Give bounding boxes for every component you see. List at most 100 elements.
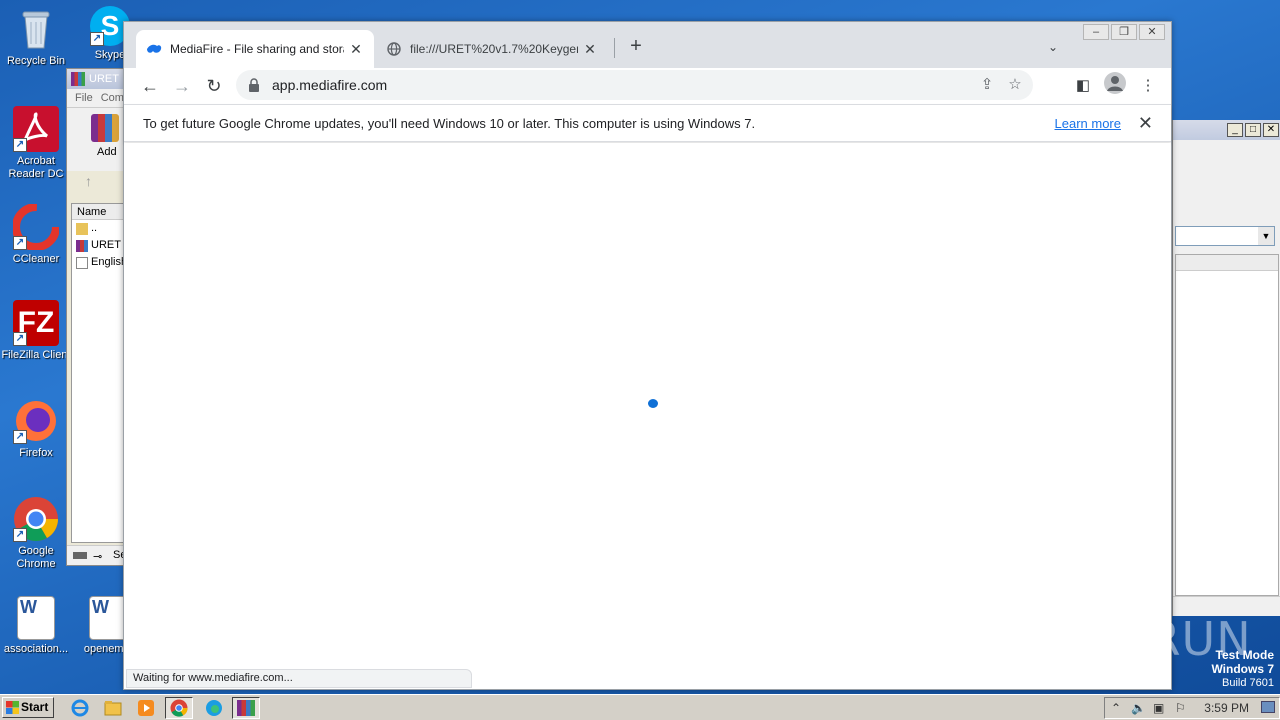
infobar-message: To get future Google Chrome updates, you… xyxy=(143,116,756,131)
taskbar-winrar-icon[interactable] xyxy=(232,697,260,719)
winrar-titlebar[interactable]: URET xyxy=(67,69,127,89)
desktop-icon-ccleaner[interactable]: ↗ CCleaner xyxy=(0,203,72,266)
chevron-down-icon[interactable]: ▼ xyxy=(1258,227,1274,245)
start-label: Start xyxy=(21,700,49,714)
desktop-icon-label: FileZilla Client xyxy=(1,349,71,361)
kebab-menu-icon[interactable]: ⋮ xyxy=(1134,72,1162,100)
address-bar[interactable]: app.mediafire.com ⇪ ☆ xyxy=(236,70,1033,100)
loading-spinner-icon xyxy=(648,399,658,408)
tab-separator xyxy=(614,38,615,58)
filezilla-icon: FZ ↗ xyxy=(13,300,59,346)
close-icon[interactable]: ✕ xyxy=(1139,24,1165,40)
desktop-icon-google-chrome[interactable]: ↗ Google Chrome xyxy=(0,496,72,571)
action-center-flag-icon[interactable]: ⚐ xyxy=(1175,701,1186,715)
reload-icon[interactable]: ↻ xyxy=(200,72,228,100)
taskbar: Start ⌃ 🔈 ▣ ⚐ 3:59 PM xyxy=(0,694,1280,720)
recycle-bin-icon xyxy=(13,6,59,52)
minimize-icon[interactable]: _ xyxy=(1227,123,1243,137)
background-window-combo[interactable]: ▼ xyxy=(1175,226,1275,246)
winrar-title: URET xyxy=(89,73,119,85)
tab-close-icon[interactable]: ✕ xyxy=(582,41,598,57)
restore-icon[interactable]: ❐ xyxy=(1111,24,1137,40)
minimize-icon[interactable]: ‒ xyxy=(1083,24,1109,40)
tab-file-keygen[interactable]: file:///URET%20v1.7%20Keygen% ✕ xyxy=(376,30,608,68)
taskbar-media-player-icon[interactable] xyxy=(132,697,160,719)
forward-arrow-icon[interactable]: → xyxy=(168,72,196,100)
start-button[interactable]: Start xyxy=(2,697,54,718)
winrar-menubar: File Com xyxy=(67,89,127,107)
background-window-titlebar[interactable]: _ □ ✕ xyxy=(1173,120,1280,140)
chrome-window[interactable]: ‒ ❐ ✕ MediaFire - File sharing and stora… xyxy=(123,21,1172,690)
add-button-label[interactable]: Add xyxy=(97,146,117,158)
list-item[interactable]: URET xyxy=(72,237,124,254)
test-mode-label: Test Mode Windows 7 Build 7601 xyxy=(1211,648,1274,689)
url-text[interactable]: app.mediafire.com xyxy=(272,77,973,93)
winrar-window[interactable]: URET File Com Add ↑ Name .. URET English … xyxy=(66,68,128,566)
show-desktop-icon[interactable] xyxy=(1261,701,1275,713)
desktop-icon-label: Google Chrome xyxy=(16,545,56,570)
shortcut-arrow-icon: ↗ xyxy=(90,32,104,46)
desktop-icon-acrobat[interactable]: ↗ Acrobat Reader DC xyxy=(0,106,72,181)
browser-toolbar: ← → ↻ app.mediafire.com ⇪ ☆ ◧ ⋮ xyxy=(124,68,1171,104)
back-arrow-icon[interactable]: ← xyxy=(136,72,164,100)
background-window-pane[interactable] xyxy=(1175,254,1279,596)
bookmark-star-icon[interactable]: ☆ xyxy=(1001,71,1029,99)
add-archive-icon[interactable] xyxy=(91,114,119,142)
learn-more-link[interactable]: Learn more xyxy=(1055,116,1121,131)
background-window-right[interactable]: _ □ ✕ ▼ xyxy=(1172,120,1280,616)
desktop-icon-association-doc[interactable]: W association... xyxy=(0,596,72,656)
taskbar-chrome-icon[interactable] xyxy=(165,697,193,719)
acrobat-icon: ↗ xyxy=(13,106,59,152)
winrar-icon xyxy=(237,700,255,716)
winrar-icon xyxy=(71,72,85,86)
side-panel-icon[interactable]: ◧ xyxy=(1069,72,1097,100)
winrar-menu-commands[interactable]: Com xyxy=(101,92,124,104)
globe-icon xyxy=(386,41,402,57)
desktop-icon-firefox[interactable]: ↗ Firefox xyxy=(0,398,72,460)
update-infobar: To get future Google Chrome updates, you… xyxy=(124,104,1171,142)
winrar-toolbar: Add xyxy=(67,107,127,171)
network-icon[interactable]: ▣ xyxy=(1153,701,1164,715)
winrar-menu-file[interactable]: File xyxy=(75,92,93,104)
name-column-header[interactable]: Name xyxy=(72,204,124,220)
winrar-statusbar: ⊸ Se xyxy=(67,545,127,565)
share-icon[interactable]: ⇪ xyxy=(973,71,1001,99)
tab-search-chevron-icon[interactable]: ⌄ xyxy=(1043,37,1063,57)
mediafire-icon xyxy=(146,41,162,57)
desktop-icon-filezilla[interactable]: FZ ↗ FileZilla Client xyxy=(0,300,72,362)
tab-close-icon[interactable]: ✕ xyxy=(348,41,364,57)
taskbar-edge-icon[interactable] xyxy=(200,697,228,719)
desktop-icon-label: Skype xyxy=(94,49,126,61)
desktop-icon-label: Acrobat Reader DC xyxy=(8,155,64,180)
taskbar-explorer-icon[interactable] xyxy=(99,697,127,719)
list-item[interactable]: .. xyxy=(72,220,124,237)
infobar-close-icon[interactable]: ✕ xyxy=(1138,113,1153,133)
close-icon[interactable]: ✕ xyxy=(1263,123,1279,137)
firefox-icon: ↗ xyxy=(13,398,59,444)
new-tab-button[interactable]: + xyxy=(624,35,648,59)
tab-title: MediaFire - File sharing and storage xyxy=(170,42,344,56)
profile-avatar[interactable] xyxy=(1101,72,1129,100)
volume-icon[interactable]: 🔈 xyxy=(1131,701,1146,715)
tab-mediafire[interactable]: MediaFire - File sharing and storage ✕ xyxy=(136,30,374,68)
background-window-pane-header xyxy=(1176,255,1278,271)
show-hidden-icons-icon[interactable]: ⌃ xyxy=(1111,701,1121,715)
desktop-icon-recycle-bin[interactable]: Recycle Bin xyxy=(0,6,72,68)
text-file-icon xyxy=(76,256,88,269)
system-tray: ⌃ 🔈 ▣ ⚐ 3:59 PM xyxy=(1104,697,1280,719)
taskbar-ie-icon[interactable] xyxy=(66,697,94,719)
shortcut-arrow-icon: ↗ xyxy=(13,528,27,542)
desktop-icon-label: CCleaner xyxy=(12,253,60,265)
list-item[interactable]: English xyxy=(72,254,124,271)
maximize-icon[interactable]: □ xyxy=(1245,123,1261,137)
clock[interactable]: 3:59 PM xyxy=(1204,701,1249,715)
folder-icon xyxy=(76,222,88,235)
tab-title: file:///URET%20v1.7%20Keygen% xyxy=(410,42,578,56)
chrome-icon: ↗ xyxy=(13,496,59,542)
shortcut-arrow-icon: ↗ xyxy=(13,332,27,346)
drive-icon xyxy=(73,552,87,559)
winrar-file-list[interactable]: Name .. URET English xyxy=(71,203,125,543)
up-folder-icon[interactable]: ↑ xyxy=(85,173,92,189)
windows-logo-icon xyxy=(6,701,19,714)
page-viewport[interactable]: Waiting for www.mediafire.com... xyxy=(124,143,1171,689)
